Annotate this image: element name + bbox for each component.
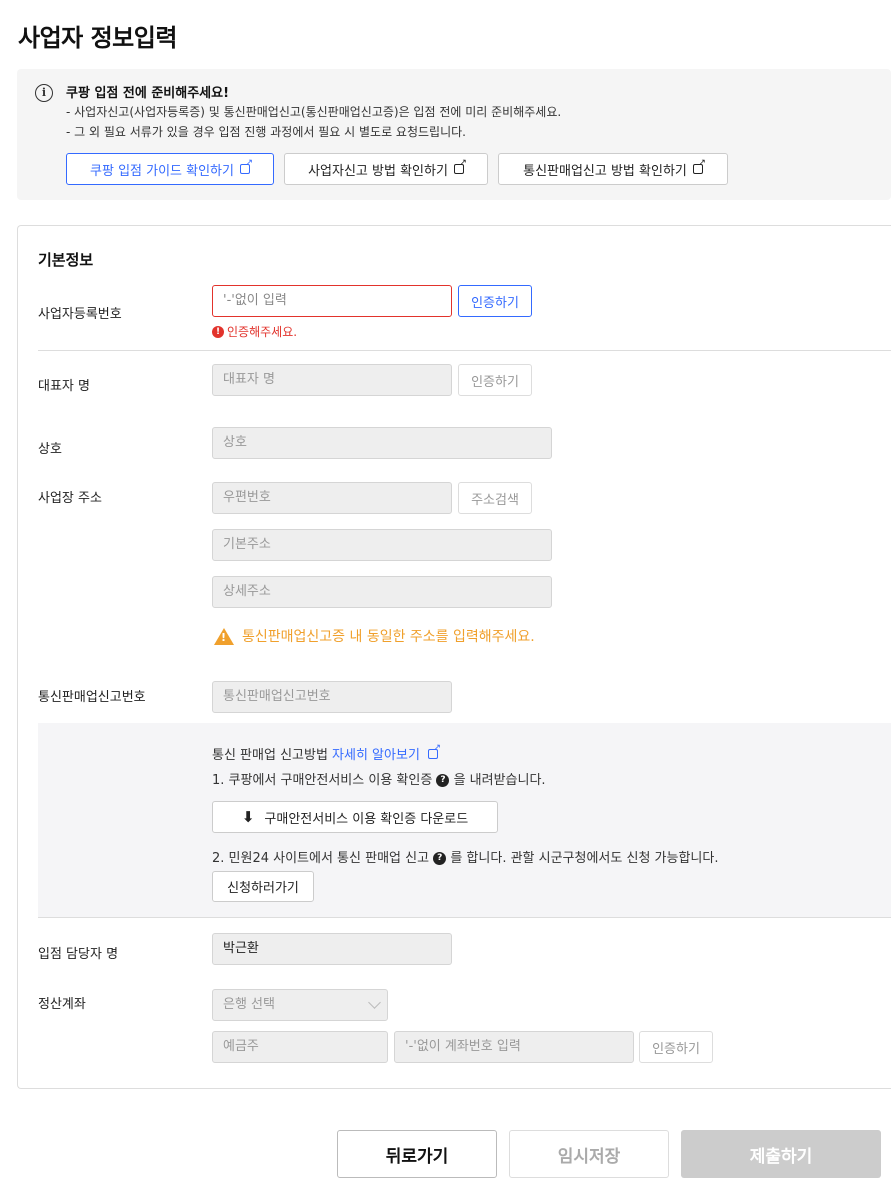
submit-button[interactable]: 제출하기 xyxy=(681,1130,881,1178)
representative-label: 대표자 명 xyxy=(38,379,90,394)
biz-number-error: ! 인증해주세요. xyxy=(212,323,297,340)
company-label: 상호 xyxy=(38,442,62,457)
page-title: 사업자 정보입력 xyxy=(18,24,177,52)
bank-select-value: 은행 선택 xyxy=(223,997,275,1012)
help-icon[interactable]: ? xyxy=(436,774,450,787)
warning-icon: ! xyxy=(214,627,234,645)
download-icon: ⬇ xyxy=(241,808,255,826)
guide-step-1: 1. 쿠팡에서 구매안전서비스 이용 확인증 ? 을 내려받습니다. xyxy=(212,769,546,788)
account-verify-button[interactable]: 인증하기 xyxy=(639,1031,713,1063)
coupang-guide-label: 쿠팡 입점 가이드 확인하기 xyxy=(90,163,234,179)
help-icon[interactable]: ? xyxy=(433,852,447,865)
biz-number-input[interactable]: '-'없이 입력 xyxy=(212,285,452,317)
biz-report-guide-label: 사업자신고 방법 확인하기 xyxy=(308,163,448,179)
account-holder-input[interactable]: 예금주 xyxy=(212,1031,388,1063)
mail-order-guide-label: 통신판매업신고 방법 확인하기 xyxy=(523,163,687,179)
apply-button[interactable]: 신청하러가기 xyxy=(212,871,314,902)
back-button[interactable]: 뒤로가기 xyxy=(337,1130,497,1178)
external-link-icon xyxy=(428,743,441,759)
guide-learn-more-link[interactable]: 자세히 알아보기 xyxy=(332,748,420,763)
external-link-icon xyxy=(692,158,706,174)
address-search-button[interactable]: 주소검색 xyxy=(458,482,532,514)
guide-heading-row: 통신 판매업 신고방법 자세히 알아보기 xyxy=(212,743,441,763)
biz-report-guide-button[interactable]: 사업자신고 방법 확인하기 xyxy=(284,153,488,185)
address-warning-text: 통신판매업신고증 내 동일한 주소를 입력해주세요. xyxy=(242,629,535,645)
representative-verify-button[interactable]: 인증하기 xyxy=(458,364,532,396)
section-title: 기본정보 xyxy=(38,251,94,269)
basic-address-input[interactable]: 기본주소 xyxy=(212,529,552,561)
chevron-down-icon xyxy=(368,996,381,1009)
coupang-guide-button[interactable]: 쿠팡 입점 가이드 확인하기 xyxy=(66,153,274,185)
guide-step-2: 2. 민원24 사이트에서 통신 판매업 신고 ? 를 합니다. 관할 시군구청… xyxy=(212,847,718,866)
detail-address-input[interactable]: 상세주소 xyxy=(212,576,552,608)
account-label: 정산계좌 xyxy=(38,997,86,1012)
guide-step-1-post: 을 내려받습니다. xyxy=(453,773,546,788)
download-certificate-button[interactable]: ⬇ 구매안전서비스 이용 확인증 다운로드 xyxy=(212,801,498,833)
guide-heading: 통신 판매업 신고방법 xyxy=(212,748,328,763)
zipcode-input[interactable]: 우편번호 xyxy=(212,482,452,514)
notice-line-1: - 사업자신고(사업자등록증) 및 통신판매업신고(통신판매업신고증)은 입점 … xyxy=(66,105,562,119)
mail-order-label: 통신판매업신고번호 xyxy=(38,690,146,705)
mail-order-guide-button[interactable]: 통신판매업신고 방법 확인하기 xyxy=(498,153,728,185)
biz-number-error-text: 인증해주세요. xyxy=(227,325,298,339)
representative-input[interactable]: 대표자 명 xyxy=(212,364,452,396)
external-link-icon xyxy=(239,158,253,174)
guide-step-2-pre: 2. 민원24 사이트에서 통신 판매업 신고 xyxy=(212,851,430,866)
biz-number-label: 사업자등록번호 xyxy=(38,307,122,322)
notice-title: 쿠팡 입점 전에 준비해주세요! xyxy=(66,86,230,101)
notice-line-2: - 그 외 필요 서류가 있을 경우 입점 진행 과정에서 필요 시 별도로 요… xyxy=(66,125,466,139)
guide-step-1-pre: 1. 쿠팡에서 구매안전서비스 이용 확인증 xyxy=(212,773,433,788)
address-label: 사업장 주소 xyxy=(38,491,102,506)
account-number-input[interactable]: '-'없이 계좌번호 입력 xyxy=(394,1031,634,1063)
error-icon: ! xyxy=(212,325,224,338)
biz-number-verify-button[interactable]: 인증하기 xyxy=(458,285,532,317)
temp-save-button[interactable]: 임시저장 xyxy=(509,1130,669,1178)
form-card xyxy=(17,225,891,1089)
guide-step-2-post: 를 합니다. 관할 시군구청에서도 신청 가능합니다. xyxy=(450,851,719,866)
company-input[interactable]: 상호 xyxy=(212,427,552,459)
mail-order-input[interactable]: 통신판매업신고번호 xyxy=(212,681,452,713)
manager-label: 입점 담당자 명 xyxy=(38,947,119,962)
info-icon: i xyxy=(35,84,53,102)
bank-select[interactable]: 은행 선택 xyxy=(212,989,388,1021)
address-warning: ! 통신판매업신고증 내 동일한 주소를 입력해주세요. xyxy=(214,626,535,646)
download-certificate-label: 구매안전서비스 이용 확인증 다운로드 xyxy=(264,811,469,827)
divider xyxy=(38,350,891,351)
manager-input[interactable]: 박근환 xyxy=(212,933,452,965)
external-link-icon xyxy=(453,158,467,174)
